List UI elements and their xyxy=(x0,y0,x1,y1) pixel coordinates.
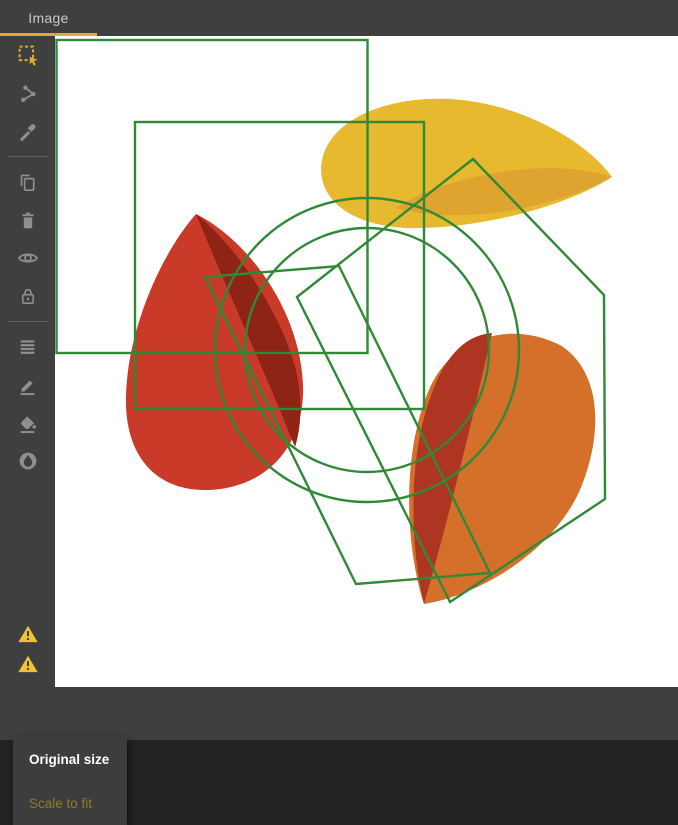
tool-fill-button[interactable] xyxy=(0,404,55,442)
menu-item-original-size[interactable]: Original size xyxy=(13,737,127,781)
warning-icon xyxy=(17,654,39,674)
tool-rect-select-button[interactable] xyxy=(0,36,55,74)
warning-badge[interactable] xyxy=(0,619,55,649)
rect-select-icon xyxy=(17,44,39,66)
scale-context-menu: Original size Scale to fit xyxy=(13,737,127,825)
tool-eyedropper-button[interactable] xyxy=(0,112,55,150)
edit-icon xyxy=(17,375,38,396)
tool-list-button[interactable] xyxy=(0,328,55,366)
opacity-icon xyxy=(17,450,39,472)
tab-bar: Image xyxy=(0,0,678,36)
toolbar-divider xyxy=(8,156,48,157)
blob-orange xyxy=(409,333,595,604)
toolbar-divider xyxy=(8,321,48,322)
left-toolbar xyxy=(0,36,55,687)
app-window: Image xyxy=(0,0,678,825)
fill-icon xyxy=(17,413,38,434)
polyline-icon xyxy=(17,83,38,104)
tool-opacity-button[interactable] xyxy=(0,442,55,480)
status-bar: Image W (px) H (px) Visualized 697 (134%… xyxy=(0,687,678,740)
list-icon xyxy=(17,337,38,358)
delete-icon xyxy=(18,210,38,230)
warning-stack xyxy=(0,619,55,679)
tab-image[interactable]: Image xyxy=(0,0,97,36)
warning-badge[interactable] xyxy=(0,649,55,679)
canvas-image xyxy=(55,36,678,687)
tool-delete-button[interactable] xyxy=(0,201,55,239)
copy-icon xyxy=(17,172,38,193)
tool-edit-button[interactable] xyxy=(0,366,55,404)
tool-copy-button[interactable] xyxy=(0,163,55,201)
menu-item-scale-to-fit[interactable]: Scale to fit xyxy=(13,781,127,825)
tool-lock-button[interactable] xyxy=(0,277,55,315)
tool-visibility-button[interactable] xyxy=(0,239,55,277)
tab-image-label: Image xyxy=(28,10,68,26)
image-canvas[interactable] xyxy=(55,36,678,687)
warning-icon xyxy=(17,624,39,644)
tool-polyline-button[interactable] xyxy=(0,74,55,112)
visibility-icon xyxy=(17,247,39,269)
lock-icon xyxy=(18,286,38,306)
eyedropper-icon xyxy=(17,121,38,142)
